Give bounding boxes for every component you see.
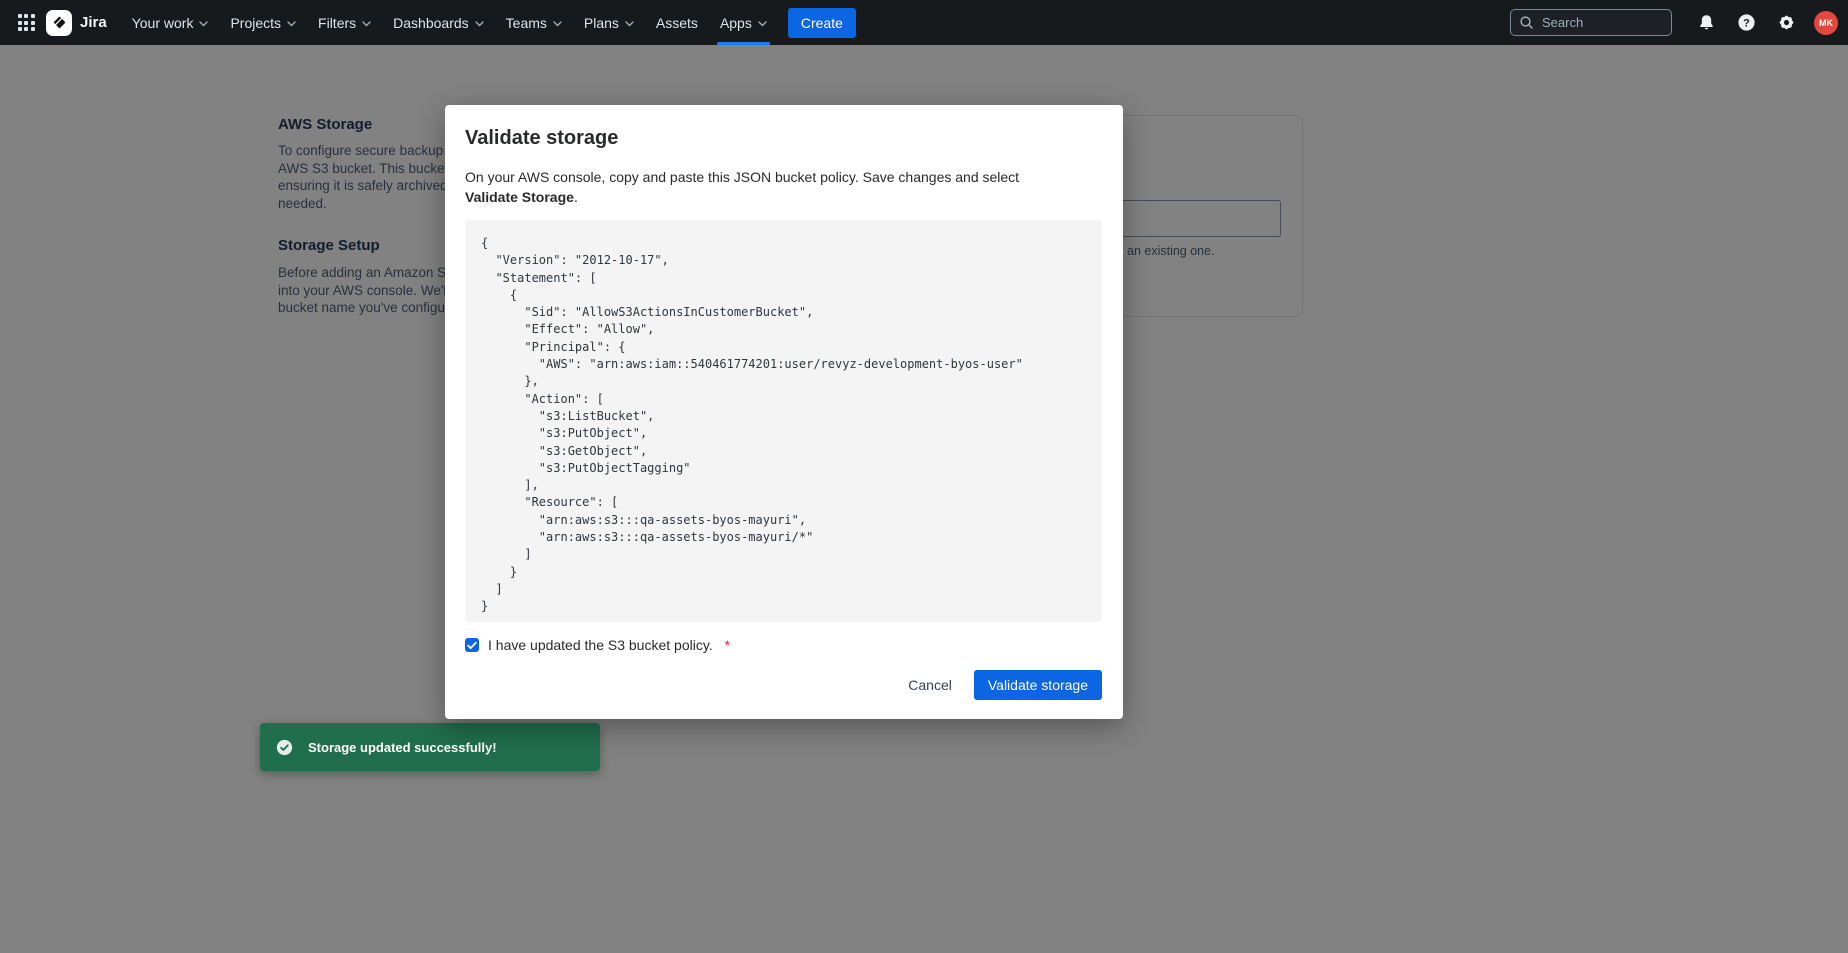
policy-updated-checkbox-row[interactable]: I have updated the S3 bucket policy. *: [465, 637, 1102, 653]
notifications-button[interactable]: [1690, 7, 1722, 39]
nav-item-assets[interactable]: Assets: [645, 0, 709, 45]
active-tab-underline: [717, 42, 770, 45]
nav-right-cluster: ? MK: [1510, 7, 1838, 39]
bell-icon: [1698, 14, 1715, 31]
jira-brand[interactable]: Jira: [46, 10, 107, 36]
nav-item-dashboards[interactable]: Dashboards: [382, 0, 495, 45]
primary-nav: Your work Projects Filters Dashboards Te…: [121, 0, 778, 45]
gear-icon: [1777, 13, 1796, 32]
success-toast: Storage updated successfully!: [260, 723, 600, 771]
search-icon: [1519, 15, 1534, 30]
nav-item-apps[interactable]: Apps: [709, 0, 778, 45]
search-input[interactable]: [1540, 14, 1663, 31]
nav-item-your-work[interactable]: Your work: [121, 0, 220, 45]
modal-footer: Cancel Validate storage: [896, 670, 1102, 700]
validate-storage-modal: Validate storage On your AWS console, co…: [445, 105, 1123, 719]
policy-json-code-block[interactable]: { "Version": "2012-10-17", "Statement": …: [465, 220, 1102, 622]
settings-button[interactable]: [1770, 7, 1802, 39]
nav-item-teams[interactable]: Teams: [495, 0, 573, 45]
check-circle-icon: [276, 739, 293, 756]
svg-text:?: ?: [1743, 17, 1750, 29]
nav-item-projects[interactable]: Projects: [219, 0, 307, 45]
global-search[interactable]: [1510, 9, 1672, 36]
chevron-down-icon: [287, 21, 296, 27]
cancel-button[interactable]: Cancel: [896, 671, 964, 699]
chevron-down-icon: [362, 21, 371, 27]
chevron-down-icon: [553, 21, 562, 27]
modal-title: Validate storage: [465, 127, 1102, 150]
required-asterisk: *: [725, 637, 730, 653]
chevron-down-icon: [758, 21, 767, 27]
chevron-down-icon: [475, 21, 484, 27]
nav-item-filters[interactable]: Filters: [307, 0, 382, 45]
help-icon: ?: [1737, 13, 1756, 32]
modal-description-bold: Validate Storage: [465, 189, 574, 205]
chevron-down-icon: [625, 21, 634, 27]
chevron-down-icon: [199, 21, 208, 27]
nav-item-plans[interactable]: Plans: [573, 0, 645, 45]
toast-message: Storage updated successfully!: [308, 740, 497, 755]
create-button[interactable]: Create: [788, 8, 856, 38]
validate-storage-button[interactable]: Validate storage: [974, 670, 1102, 700]
app-switcher-grid-icon: [18, 14, 35, 31]
jira-logo-icon: [46, 10, 72, 36]
user-avatar[interactable]: MK: [1814, 11, 1838, 35]
app-switcher-button[interactable]: [10, 7, 42, 39]
modal-description: On your AWS console, copy and paste this…: [465, 167, 1065, 207]
checkbox-checked-icon[interactable]: [465, 638, 479, 652]
product-name: Jira: [80, 14, 107, 31]
checkbox-label: I have updated the S3 bucket policy.: [488, 637, 713, 653]
help-button[interactable]: ?: [1730, 7, 1762, 39]
top-navigation-bar: Jira Your work Projects Filters Dashboar…: [0, 0, 1848, 45]
